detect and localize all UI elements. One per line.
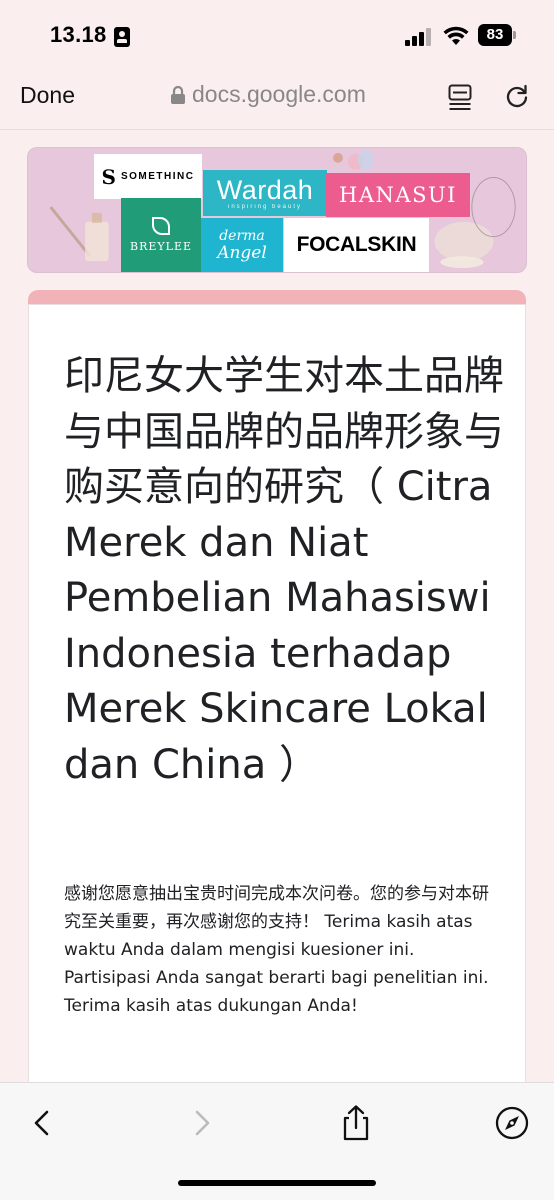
header-banner-image: S SOMETHINC Wardah inspiring beauty HANA… [27,147,527,273]
breylee-logo: BREYLEE [121,198,201,272]
done-button[interactable]: Done [20,82,75,109]
form-title: 印尼女大学生对本土品牌与中国品牌的品牌形象与购买意向的研究（ Citra Mer… [64,353,504,788]
focalskin-logo: FOCALSKIN [284,218,429,272]
reader-icon[interactable] [448,84,472,110]
url-address[interactable]: docs.google.com [192,81,366,108]
form-card-body: 印尼女大学生对本土品牌与中国品牌的品牌形象与购买意向的研究（ Citra Mer… [28,304,526,1120]
share-icon[interactable] [336,1103,376,1143]
home-indicator [178,1180,376,1186]
wardah-logo: Wardah inspiring beauty [203,170,327,216]
status-bar: 13.18 83 [0,0,554,70]
cellular-signal-icon [405,28,433,46]
browser-toolbar: Done docs.google.com [0,70,554,130]
back-icon[interactable] [22,1103,62,1143]
person-badge-icon [114,27,130,47]
form-header-card: 印尼女大学生对本土品牌与中国品牌的品牌形象与购买意向的研究（ Citra Mer… [28,290,526,1120]
lock-icon [171,85,185,104]
forward-icon[interactable] [182,1103,222,1143]
compass-icon[interactable] [492,1103,532,1143]
battery-tip [513,31,516,39]
somethinc-logo: S SOMETHINC [94,154,202,199]
status-time: 13.18 [50,22,107,47]
derma-angel-logo: derma Angel [201,218,283,272]
battery-icon: 83 [478,24,512,46]
form-description: 感谢您愿意抽出宝贵时间完成本次问卷。您的参与对本研究至关重要，再次感谢您的支持！… [64,884,489,1016]
reload-icon[interactable] [504,83,530,109]
wifi-icon [443,26,469,45]
hanasui-logo: HANASUI [326,173,470,217]
